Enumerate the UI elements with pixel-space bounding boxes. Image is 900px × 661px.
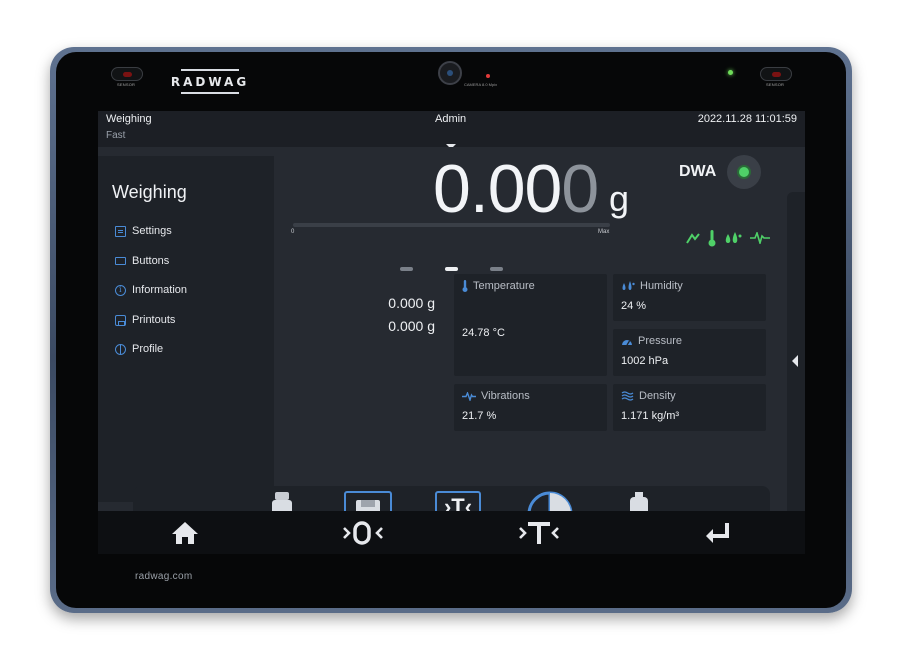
profile-globe-icon bbox=[115, 343, 126, 355]
capacity-bargraph bbox=[293, 223, 610, 227]
vibration-icon bbox=[750, 232, 770, 244]
humidity-tile[interactable]: Humidity 24 % bbox=[613, 274, 766, 321]
date-time: 2022.11.28 11:01:59 bbox=[697, 113, 797, 125]
right-proximity-sensor bbox=[760, 67, 792, 81]
page-dot-active[interactable] bbox=[445, 267, 458, 271]
pressure-gauge-icon bbox=[622, 339, 632, 345]
settings-doc-icon bbox=[115, 225, 126, 237]
menu-item-label: Printouts bbox=[132, 314, 176, 326]
radwag-logo: RADWAG bbox=[171, 69, 246, 94]
main-panel: Weighing Settings Buttons Information Pr… bbox=[98, 147, 805, 543]
temperature-tile[interactable]: Temperature 24.78 °C bbox=[454, 274, 607, 376]
mode-subtitle: Fast bbox=[106, 130, 126, 141]
weight-last-digit: 0 bbox=[561, 151, 599, 227]
vibrations-tile[interactable]: Vibrations 21.7 % bbox=[454, 384, 607, 431]
menu-item-settings[interactable]: Settings bbox=[115, 222, 172, 240]
left-proximity-sensor bbox=[111, 67, 143, 81]
density-tile[interactable]: Density 1.171 kg/m³ bbox=[613, 384, 766, 431]
level-icon bbox=[686, 233, 700, 244]
thermometer-icon bbox=[462, 280, 468, 292]
menu-item-information[interactable]: Information bbox=[115, 281, 187, 299]
bargraph-max-label: Max bbox=[598, 229, 610, 235]
humidity-label: Humidity bbox=[640, 280, 683, 292]
keyboard-icon bbox=[115, 257, 126, 265]
humidity-drops-icon bbox=[725, 232, 742, 243]
pressure-tile[interactable]: Pressure 1002 hPa bbox=[613, 329, 766, 376]
home-button[interactable] bbox=[155, 516, 215, 550]
power-status-led bbox=[728, 70, 733, 75]
humidity-value: 24 % bbox=[621, 300, 647, 312]
page-dot[interactable] bbox=[490, 267, 503, 271]
enter-button[interactable] bbox=[687, 516, 747, 550]
zero-button[interactable] bbox=[333, 516, 393, 550]
temperature-value: 24.78 °C bbox=[462, 327, 505, 339]
pressure-label: Pressure bbox=[638, 335, 683, 347]
tare-icon bbox=[519, 522, 559, 544]
zero-icon bbox=[343, 521, 383, 545]
enter-icon bbox=[706, 523, 729, 543]
mode-title[interactable]: Weighing bbox=[106, 113, 152, 125]
status-bar: Weighing Fast Admin 2022.11.28 11:01:59 bbox=[98, 111, 805, 147]
menu-item-label: Information bbox=[132, 284, 188, 296]
humidity-drops-icon bbox=[622, 281, 635, 290]
pressure-value: 1002 hPa bbox=[621, 355, 669, 367]
side-menu: Weighing Settings Buttons Information Pr… bbox=[98, 156, 274, 502]
camera-icon bbox=[438, 61, 462, 85]
weight-readout: 0.000 bbox=[433, 155, 599, 223]
density-waves-icon bbox=[621, 391, 634, 401]
bargraph-min-label: 0 bbox=[291, 229, 295, 235]
thermometer-icon bbox=[708, 230, 716, 247]
scale-screen: Weighing Fast Admin 2022.11.28 11:01:59 … bbox=[98, 111, 805, 554]
right-sensor-caption: SENSOR bbox=[766, 82, 785, 87]
weight-unit[interactable]: g bbox=[609, 181, 629, 217]
density-value: 1.171 kg/m³ bbox=[621, 410, 680, 422]
tare-button[interactable] bbox=[509, 516, 569, 550]
vibrations-label: Vibrations bbox=[481, 390, 530, 402]
page-indicator[interactable] bbox=[400, 267, 503, 271]
camera-led bbox=[486, 74, 490, 78]
page-dot[interactable] bbox=[400, 267, 413, 271]
menu-item-buttons[interactable]: Buttons bbox=[115, 252, 169, 270]
temperature-label: Temperature bbox=[473, 280, 535, 292]
weight-value-main: 0.00 bbox=[433, 151, 562, 227]
dwa-toggle-button[interactable] bbox=[727, 155, 761, 189]
info-icon bbox=[115, 284, 126, 296]
menu-item-profile[interactable]: Profile bbox=[115, 340, 163, 358]
menu-item-label: Profile bbox=[132, 343, 164, 355]
camera-caption: CAMERA 8.0 Mpix bbox=[464, 82, 498, 87]
density-label: Density bbox=[639, 390, 676, 402]
info-field-1: 0.000 g bbox=[388, 295, 435, 311]
menu-item-label: Buttons bbox=[132, 255, 170, 267]
brand-url: radwag.com bbox=[135, 571, 193, 582]
dwa-label: DWA bbox=[679, 163, 717, 180]
environment-status-icons bbox=[686, 229, 770, 247]
printer-icon bbox=[115, 314, 126, 326]
menu-item-label: Settings bbox=[132, 225, 172, 237]
vibration-icon bbox=[462, 391, 476, 401]
side-menu-title: Weighing bbox=[112, 182, 187, 202]
home-icon bbox=[172, 522, 198, 544]
left-sensor-caption: SENSOR bbox=[117, 82, 136, 87]
info-field-2: 0.000 g bbox=[388, 318, 435, 334]
menu-item-printouts[interactable]: Printouts bbox=[115, 311, 175, 329]
chevron-left-icon[interactable] bbox=[792, 355, 798, 367]
logged-user[interactable]: Admin bbox=[435, 113, 466, 125]
vibrations-value: 21.7 % bbox=[462, 410, 497, 422]
